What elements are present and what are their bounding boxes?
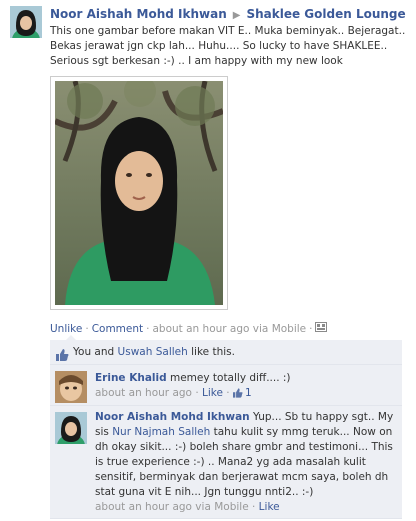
comments-section: You and Uswah Salleh like this. Erine Kh… [50,335,402,519]
likes-summary: You and Uswah Salleh like this. [50,340,402,365]
comment-text: memey totally diff.... :) [169,372,291,384]
comment-timestamp[interactable]: about an hour ago via Mobile [95,501,249,513]
tagged-person-link[interactable]: Nur Najmah Salleh [112,426,210,438]
likes-suffix: like this. [191,346,235,358]
post-photo-image [55,81,223,305]
comment-link[interactable]: Comment [92,323,143,335]
post-timestamp[interactable]: about an hour ago via Mobile [152,323,306,335]
commenter-name[interactable]: Noor Aishah Mohd Ikhwan [95,411,250,423]
post-header: Noor Aishah Mohd Ikhwan ▶ Shaklee Golden L… [50,6,410,24]
audience-icon[interactable] [315,322,328,336]
liker-link[interactable]: Uswah Salleh [118,346,188,358]
commenter-avatar[interactable] [55,371,87,403]
comment-timestamp[interactable]: about an hour ago [95,387,192,399]
commenter-name[interactable]: Erine Khalid [95,372,167,384]
post-author-avatar[interactable] [10,6,42,38]
thumbs-up-icon [232,388,243,398]
likes-prefix: You and [73,346,115,358]
like-count-value: 1 [244,387,252,399]
commenter-avatar[interactable] [55,412,87,444]
comment-like-link[interactable]: Like [259,501,280,513]
post-target-link[interactable]: Shaklee Golden Lounge [246,7,405,21]
post-actions: Unlike · Comment · about an hour ago via Mob… [50,322,410,336]
comment-like-count[interactable]: 1 [232,387,252,399]
post-text: This one gambar before makan VIT E.. Muk… [50,25,406,67]
post-photo[interactable] [50,76,228,310]
comment-like-link[interactable]: Like [202,387,223,399]
comment-item: Noor Aishah Mohd Ikhwan Yup... Sb tu hap… [50,406,402,519]
thumbs-up-icon [56,346,69,361]
unlike-link[interactable]: Unlike [50,323,82,335]
arrow-right-icon: ▶ [232,10,241,21]
post-author-link[interactable]: Noor Aishah Mohd Ikhwan [50,7,227,21]
comment-item: Erine Khalid memey totally diff.... :) a… [50,365,402,406]
